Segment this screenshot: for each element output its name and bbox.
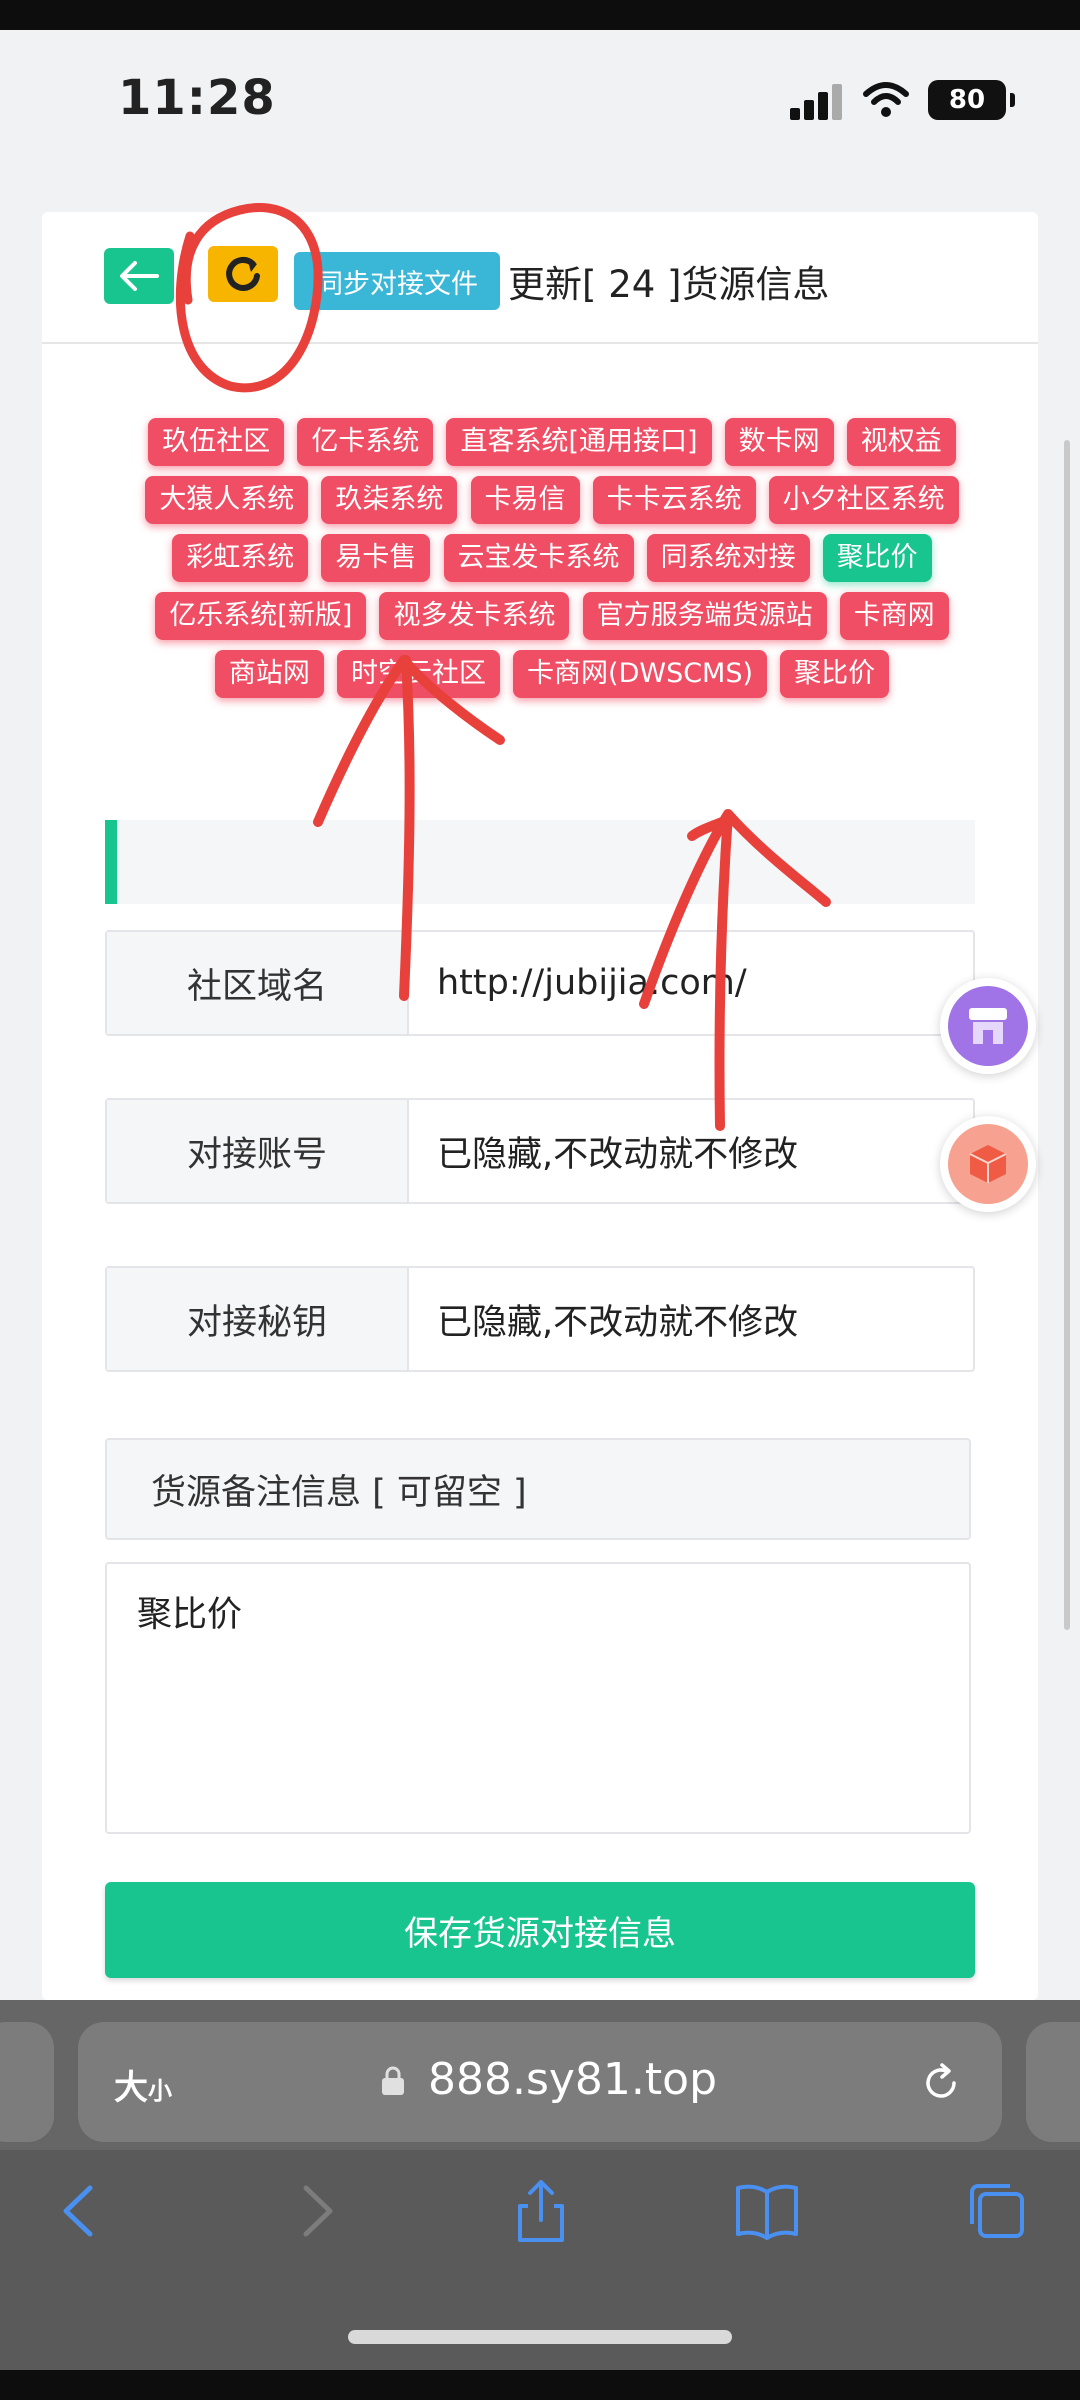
text-size-button[interactable]: 大小 <box>114 2060 172 2109</box>
signal-icon <box>790 84 846 120</box>
top-black-bar <box>0 0 1080 30</box>
tag-item[interactable]: 数卡网 <box>724 417 834 466</box>
address-bar[interactable]: 大小 888.sy81.top <box>78 2022 1002 2142</box>
tag-item[interactable]: 视多发卡系统 <box>379 591 570 640</box>
lock-icon <box>382 2066 404 2095</box>
tag-item[interactable]: 视权益 <box>846 417 956 466</box>
tag-item[interactable]: 卡商网(DWSCMS) <box>513 649 768 698</box>
tag-item[interactable]: 玖柒系统 <box>321 475 458 524</box>
tag-item[interactable]: 彩虹系统 <box>172 533 309 582</box>
tag-item[interactable]: 大猿人系统 <box>145 475 309 524</box>
share-icon[interactable] <box>506 2176 576 2246</box>
tag-item[interactable]: 同系统对接 <box>646 533 810 582</box>
text-size-large: 大 <box>114 2068 148 2108</box>
save-button[interactable]: 保存货源对接信息 <box>105 1882 975 1978</box>
main-card: 同步对接文件 更新[ 24 ]货源信息 玖伍社区 亿卡系统 直客系统[通用接口]… <box>42 212 1038 2000</box>
tag-item[interactable]: 亿卡系统 <box>297 417 434 466</box>
page-title: 更新[ 24 ]货源信息 <box>508 263 830 306</box>
tag-item[interactable]: 官方服务端货源站 <box>582 591 827 640</box>
text-size-small: 小 <box>148 2077 172 2105</box>
wifi-icon <box>863 82 909 117</box>
battery-level: 80 <box>948 85 986 115</box>
domain-field: 社区域名 http://jubijia.com/ <box>105 930 975 1036</box>
tag-item[interactable]: 玖伍社区 <box>148 417 285 466</box>
nav-forward-icon[interactable] <box>280 2176 350 2246</box>
status-time: 11:28 <box>118 70 276 126</box>
domain-input[interactable]: http://jubijia.com/ <box>409 932 973 1034</box>
home-indicator[interactable] <box>348 2330 732 2344</box>
tag-item[interactable]: 直客系统[通用接口] <box>446 417 712 466</box>
tag-item[interactable]: 卡卡云系统 <box>592 475 756 524</box>
tag-item[interactable]: 亿乐系统[新版] <box>155 591 367 640</box>
tabs-icon[interactable] <box>962 2176 1032 2246</box>
scrollbar-thumb[interactable] <box>1064 440 1070 1630</box>
box-float-button[interactable] <box>940 1116 1036 1212</box>
refresh-button[interactable] <box>208 246 278 302</box>
tag-item[interactable]: 时空云社区 <box>336 649 500 698</box>
store-icon <box>969 1008 1007 1044</box>
back-button[interactable] <box>104 248 174 304</box>
secret-label: 对接秘钥 <box>107 1268 409 1370</box>
system-tag-list: 玖伍社区 亿卡系统 直客系统[通用接口] 数卡网 视权益 大猿人系统 玖柒系统 … <box>122 412 982 702</box>
box-icon <box>969 1145 1007 1183</box>
refresh-icon <box>226 256 260 291</box>
account-label: 对接账号 <box>107 1100 409 1202</box>
battery-indicator: 80 <box>928 80 1015 120</box>
bottom-black-bar <box>0 2370 1080 2400</box>
back-arrow-icon <box>120 261 159 291</box>
note-label: 货源备注信息 [ 可留空 ] <box>105 1438 971 1540</box>
tag-item[interactable]: 卡易信 <box>470 475 580 524</box>
section-divider <box>105 820 975 904</box>
url-text: 888.sy81.top <box>428 2054 718 2105</box>
page-header: 同步对接文件 更新[ 24 ]货源信息 <box>42 212 1038 344</box>
secret-field: 对接秘钥 已隐藏,不改动就不修改 <box>105 1266 975 1372</box>
tag-item-selected[interactable]: 聚比价 <box>822 533 932 582</box>
tag-item[interactable]: 云宝发卡系统 <box>443 533 634 582</box>
tag-item[interactable]: 商站网 <box>214 649 324 698</box>
next-tab-pill[interactable] <box>1026 2022 1080 2142</box>
bookmarks-icon[interactable] <box>732 2176 802 2246</box>
tag-item[interactable]: 聚比价 <box>780 649 890 698</box>
domain-label: 社区域名 <box>107 932 409 1034</box>
tag-item[interactable]: 小夕社区系统 <box>768 475 959 524</box>
prev-tab-pill[interactable] <box>0 2022 54 2142</box>
tag-item[interactable]: 易卡售 <box>321 533 431 582</box>
note-textarea[interactable]: 聚比价 <box>105 1562 971 1834</box>
reload-icon[interactable] <box>918 2060 964 2106</box>
secret-input[interactable]: 已隐藏,不改动就不修改 <box>409 1268 973 1370</box>
store-float-button[interactable] <box>940 978 1036 1074</box>
tag-item[interactable]: 卡商网 <box>839 591 949 640</box>
account-field: 对接账号 已隐藏,不改动就不修改 <box>105 1098 975 1204</box>
sync-file-button[interactable]: 同步对接文件 <box>294 252 500 310</box>
account-input[interactable]: 已隐藏,不改动就不修改 <box>409 1100 973 1202</box>
nav-back-icon[interactable] <box>46 2176 116 2246</box>
